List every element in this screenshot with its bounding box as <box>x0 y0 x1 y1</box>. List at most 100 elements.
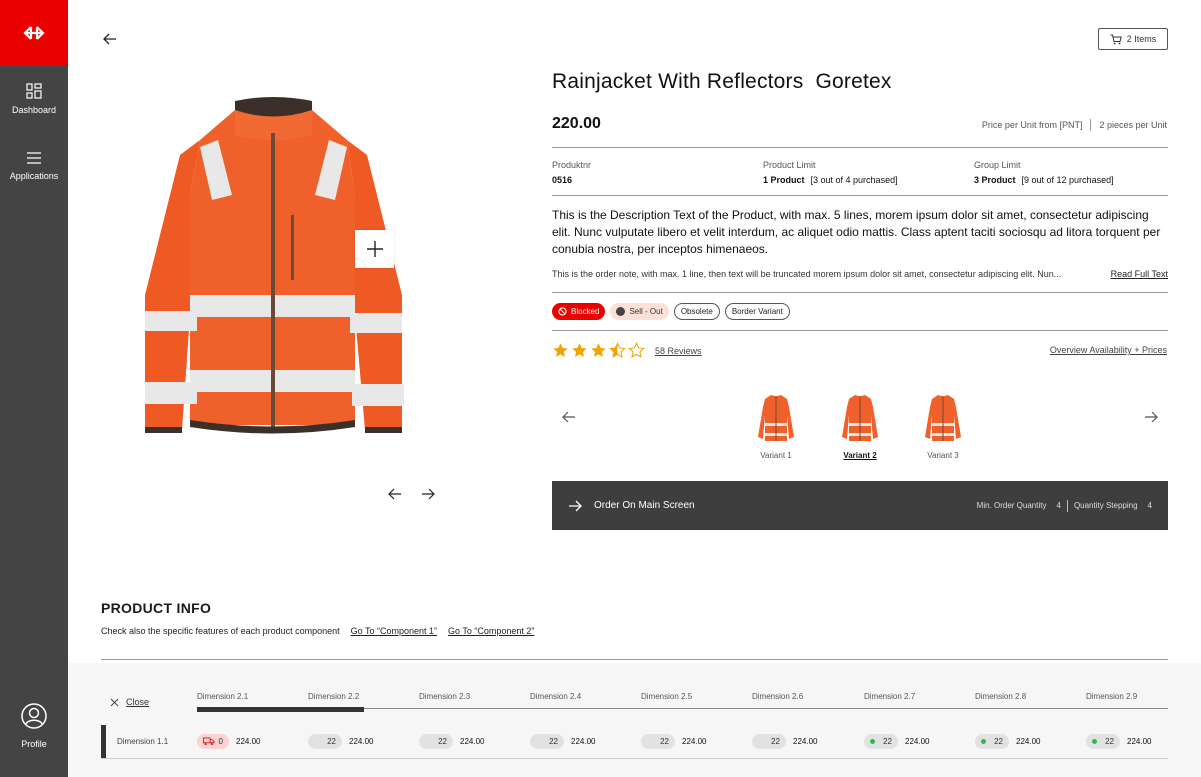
image-prev-button[interactable] <box>387 486 403 502</box>
variant-3[interactable]: Variant 3 <box>913 393 973 460</box>
quantity-pill[interactable]: 22 <box>752 734 786 749</box>
quantity-pill[interactable]: 22 <box>641 734 675 749</box>
spec-value-bold: 3 Product <box>974 175 1016 185</box>
quantity-value: 22 <box>1105 737 1114 746</box>
badge-label: Obsolete <box>680 307 713 316</box>
quantity-pill[interactable]: 22 <box>864 734 898 749</box>
rating: 58 Reviews <box>552 342 702 359</box>
spec-product-number: Produktnr 0516 <box>552 160 591 185</box>
dimension-header[interactable]: Dimension 2.1 <box>197 692 248 701</box>
dimension-cell[interactable]: 22 224.00 <box>530 734 595 749</box>
quantity-value: 22 <box>883 737 892 746</box>
variant-prev-button[interactable] <box>561 409 577 425</box>
cart-label: 2 Items <box>1126 34 1157 44</box>
variant-thumbnail <box>758 395 794 441</box>
price-unit: Price per Unit from [PNT] <box>981 120 1083 130</box>
divider <box>101 659 1168 660</box>
variant-thumbnail <box>925 395 961 441</box>
dimension-header[interactable]: Dimension 2.8 <box>975 692 1026 701</box>
spec-group-limit: Group Limit 3 Product [9 out of 12 purcha… <box>974 160 1114 185</box>
dimension-cell[interactable]: 22 224.00 <box>864 734 929 749</box>
quantity-pill[interactable]: 22 <box>1086 734 1120 749</box>
sbb-logo[interactable] <box>0 0 68 66</box>
component-1-link[interactable]: Go To “Component 1” <box>351 626 437 636</box>
dimension-header[interactable]: Dimension 2.3 <box>419 692 470 701</box>
cell-price: 224.00 <box>793 737 818 746</box>
spec-value-bold: 1 Product <box>763 175 805 185</box>
spec-label: Produktnr <box>552 160 592 170</box>
dimension-cell[interactable]: 22 224.00 <box>975 734 1040 749</box>
quantity-value: 22 <box>994 737 1003 746</box>
product-image <box>145 97 404 434</box>
dimension-cell[interactable]: 22 224.00 <box>308 734 373 749</box>
read-full-text-link[interactable]: Read Full Text <box>1111 269 1168 279</box>
sidebar-item-profile[interactable]: Profile <box>0 703 68 749</box>
dimension-cell[interactable]: 22 224.00 <box>641 734 706 749</box>
arrow-left-icon <box>103 33 116 45</box>
dimension-cell[interactable]: 22 224.00 <box>752 734 817 749</box>
back-button[interactable] <box>101 30 119 48</box>
sbb-logo-icon <box>23 26 45 40</box>
dimension-header[interactable]: Dimension 2.6 <box>752 692 803 701</box>
spec-product-limit: Product Limit 1 Product [3 out of 4 purch… <box>763 160 898 185</box>
quantity-value: 0 <box>218 737 223 746</box>
available-dot-icon <box>1092 739 1097 744</box>
dimension-header[interactable]: Dimension 2.9 <box>1086 692 1137 701</box>
order-button[interactable]: Order On Main Screen Min. Order Quantity… <box>552 481 1168 530</box>
arrow-left-icon <box>388 488 401 500</box>
reviews-link[interactable]: 58 Reviews <box>655 346 702 356</box>
pieces-per-unit: 2 pieces per Unit <box>1099 120 1167 130</box>
divider <box>552 330 1168 331</box>
cell-price: 224.00 <box>1016 737 1041 746</box>
quantity-pill[interactable]: 22 <box>419 734 453 749</box>
quantity-pill[interactable]: 0 <box>197 734 229 749</box>
dimension-header[interactable]: Dimension 2.5 <box>641 692 692 701</box>
product-info-description: Check also the specific features of each… <box>101 626 340 636</box>
quantity-stepping-value: 4 <box>1147 501 1152 510</box>
dimension-header[interactable]: Dimension 2.4 <box>530 692 581 701</box>
cell-price: 224.00 <box>1127 737 1152 746</box>
component-2-link[interactable]: Go To “Component 2” <box>448 626 534 636</box>
star-empty-icon <box>628 342 645 358</box>
star-half-icon <box>609 342 626 358</box>
quantity-pill[interactable]: 22 <box>975 734 1009 749</box>
badge-label: Blocked <box>571 307 600 316</box>
variant-thumbnail <box>842 395 878 441</box>
sidebar-item-applications[interactable]: Applications <box>0 151 68 181</box>
dimension-header[interactable]: Dimension 2.2 <box>308 692 359 701</box>
price-meta: Price per Unit from [PNT] 2 pieces per U… <box>982 119 1167 131</box>
status-badge-border-variant: Border Variant <box>724 303 790 320</box>
variant-2[interactable]: Variant 2 <box>830 393 890 460</box>
dimension-cell[interactable]: 0 224.00 <box>197 734 260 749</box>
image-next-button[interactable] <box>420 486 436 502</box>
status-badge-blocked: Blocked <box>552 303 606 320</box>
close-icon <box>110 698 119 706</box>
min-order-label: Min. Order Quantity <box>976 501 1047 510</box>
app: Dashboard Applications Profile 2 Items R… <box>0 0 1201 777</box>
spec-value: 3 Product [9 out of 12 purchased] <box>974 175 1114 185</box>
quantity-value: 22 <box>549 737 558 746</box>
spec-value: 1 Product [3 out of 4 purchased] <box>763 175 898 185</box>
quantity-pill[interactable]: 22 <box>530 734 564 749</box>
quantity-value: 22 <box>327 737 336 746</box>
close-button[interactable]: Close <box>110 697 149 707</box>
sidebar-item-dashboard[interactable]: Dashboard <box>0 83 68 115</box>
cell-price: 224.00 <box>905 737 930 746</box>
dimension-cell[interactable]: 22 224.00 <box>1086 734 1151 749</box>
star-full-icon <box>572 343 587 357</box>
cell-price: 224.00 <box>460 737 485 746</box>
cart-button[interactable]: 2 Items <box>1098 28 1168 50</box>
dimension-cell[interactable]: 22 224.00 <box>419 734 484 749</box>
dimension-header[interactable]: Dimension 2.7 <box>864 692 915 701</box>
variant-next-button[interactable] <box>1143 409 1159 425</box>
badge-label: Sell - Out <box>629 307 663 316</box>
divider <box>101 758 1168 759</box>
spec-label: Product Limit <box>763 160 816 170</box>
overview-availability-link[interactable]: Overview Availability + Prices <box>1050 345 1167 355</box>
scroll-indicator[interactable] <box>197 707 364 712</box>
variant-1[interactable]: Variant 1 <box>746 393 806 460</box>
arrow-right-icon <box>569 500 582 511</box>
quantity-pill[interactable]: 22 <box>308 734 342 749</box>
quantity-stepping-label: Quantity Stepping <box>1073 501 1138 510</box>
zoom-button[interactable] <box>355 230 394 268</box>
